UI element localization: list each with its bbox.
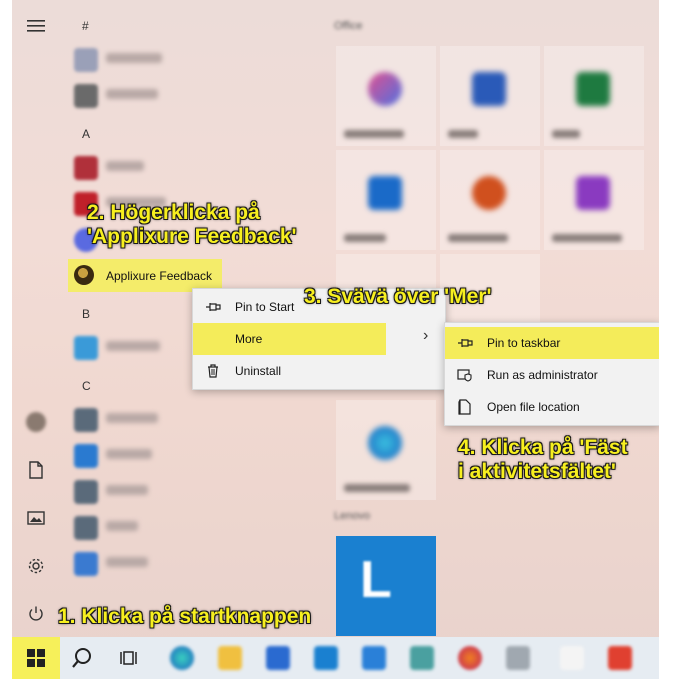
tile[interactable]: L bbox=[336, 536, 436, 636]
annotation-step-4: 4. Klicka på 'Fäst i aktivitetsfältet' bbox=[458, 436, 628, 483]
list-item[interactable] bbox=[74, 440, 304, 472]
power-icon[interactable] bbox=[24, 602, 48, 626]
documents-icon[interactable] bbox=[24, 458, 48, 482]
app-taskbar-icon[interactable] bbox=[608, 646, 632, 670]
trash-icon bbox=[205, 363, 221, 379]
section-letter-b[interactable]: B bbox=[82, 307, 90, 321]
list-item[interactable] bbox=[74, 548, 304, 580]
app-name-label: Applixure Feedback bbox=[106, 269, 213, 283]
start-icon bbox=[27, 649, 45, 667]
firefox-taskbar-icon[interactable] bbox=[458, 646, 482, 670]
pin-icon bbox=[457, 335, 473, 351]
menu-item-uninstall[interactable]: Uninstall bbox=[193, 355, 445, 387]
app-taskbar-icon[interactable] bbox=[506, 646, 530, 670]
tile[interactable] bbox=[336, 400, 436, 500]
annotation-step-2: 2. Högerklicka på 'Applixure Feedback' bbox=[87, 201, 297, 248]
tile[interactable] bbox=[544, 150, 644, 250]
search-icon[interactable] bbox=[70, 646, 94, 670]
app-taskbar-icon[interactable] bbox=[362, 646, 386, 670]
user-avatar-icon[interactable] bbox=[24, 410, 48, 434]
pictures-icon[interactable] bbox=[24, 506, 48, 530]
list-item[interactable] bbox=[74, 80, 304, 112]
app-taskbar-icon[interactable] bbox=[560, 646, 584, 670]
task-view-icon[interactable] bbox=[120, 648, 140, 668]
annotation-step-3: 3. Svävä över 'Mer' bbox=[304, 285, 492, 308]
tile[interactable] bbox=[336, 150, 436, 250]
tile[interactable] bbox=[440, 46, 540, 146]
settings-gear-icon[interactable] bbox=[24, 554, 48, 578]
file-explorer-taskbar-icon[interactable] bbox=[218, 646, 242, 670]
mail-taskbar-icon[interactable] bbox=[266, 646, 290, 670]
section-letter-a[interactable]: A bbox=[82, 127, 90, 141]
tile[interactable] bbox=[336, 46, 436, 146]
tile-group-lenovo: Lenovo bbox=[334, 510, 371, 522]
tile-group-office: Office bbox=[334, 20, 363, 32]
list-item[interactable] bbox=[74, 476, 304, 508]
applixure-icon bbox=[74, 265, 94, 285]
lenovo-taskbar-icon[interactable] bbox=[314, 646, 338, 670]
more-submenu: Pin to taskbar Run as administrator Open… bbox=[444, 322, 659, 426]
list-item[interactable] bbox=[74, 404, 304, 436]
menu-item-pin-to-taskbar[interactable]: Pin to taskbar bbox=[445, 327, 659, 359]
tile[interactable] bbox=[544, 46, 644, 146]
chevron-right-icon: › bbox=[423, 327, 429, 344]
pin-icon bbox=[205, 299, 221, 315]
section-letter-c[interactable]: C bbox=[82, 379, 91, 393]
menu-item-open-file-location[interactable]: Open file location bbox=[445, 391, 659, 423]
folder-icon bbox=[457, 399, 473, 415]
menu-item-more[interactable]: More bbox=[193, 323, 386, 355]
start-button[interactable] bbox=[12, 637, 60, 679]
start-menu-rail bbox=[12, 0, 60, 637]
shield-icon bbox=[457, 367, 473, 383]
edge-taskbar-icon[interactable] bbox=[170, 646, 194, 670]
list-item[interactable] bbox=[74, 152, 304, 184]
list-item[interactable] bbox=[74, 512, 304, 544]
list-item[interactable] bbox=[74, 44, 304, 76]
app-taskbar-icon[interactable] bbox=[410, 646, 434, 670]
taskbar bbox=[12, 637, 659, 679]
start-menu-screen: # A B C Office Lenovo L Applixure Feedba… bbox=[12, 0, 659, 679]
section-letter-hash[interactable]: # bbox=[82, 19, 89, 33]
hamburger-menu-icon[interactable] bbox=[24, 14, 48, 38]
tile[interactable] bbox=[440, 150, 540, 250]
annotation-step-1: 1. Klicka på startknappen bbox=[58, 605, 312, 628]
menu-item-run-as-administrator[interactable]: Run as administrator bbox=[445, 359, 659, 391]
